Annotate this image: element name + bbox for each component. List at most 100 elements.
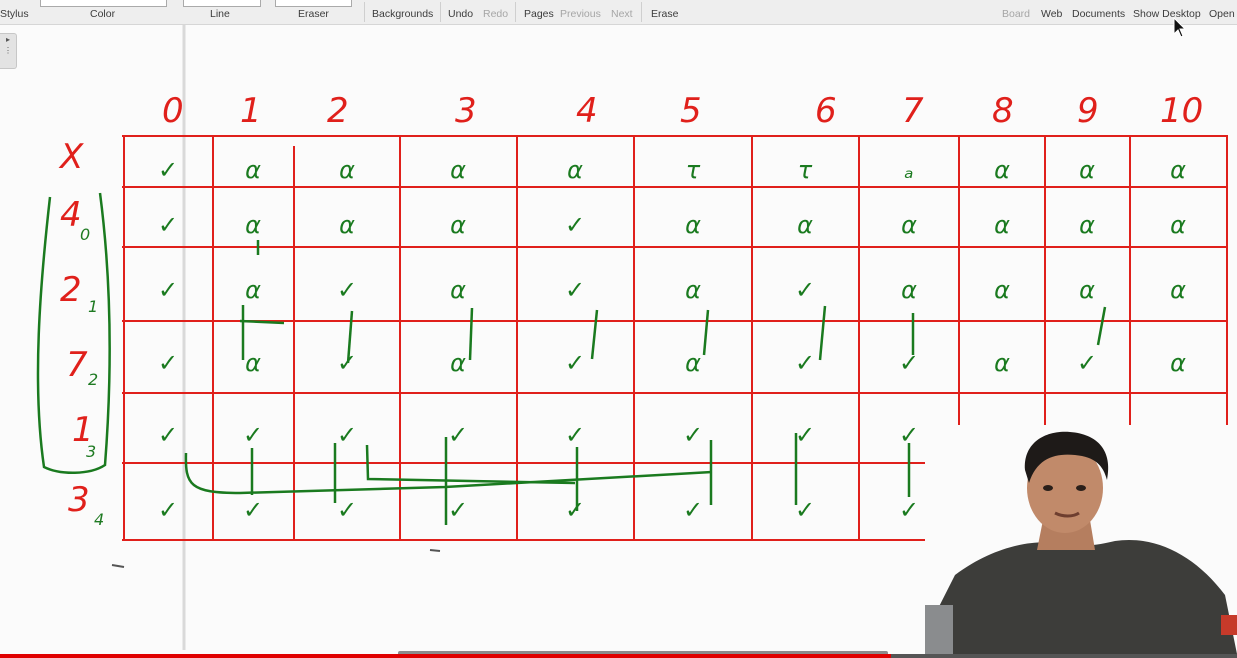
toolbar-stylus[interactable]: Stylus bbox=[0, 8, 29, 20]
video-progress-bar[interactable] bbox=[0, 651, 1237, 658]
toolbar-backgrounds[interactable]: Backgrounds bbox=[372, 8, 433, 20]
cell-mark-r3-c10: α bbox=[1170, 349, 1186, 377]
cell-mark-r3-c4: ✓ bbox=[564, 349, 586, 377]
toolbar-divider bbox=[641, 2, 642, 22]
color-swatches[interactable] bbox=[40, 0, 167, 7]
toolbar-board[interactable]: Board bbox=[1002, 8, 1030, 20]
cell-mark-r2-c9: α bbox=[1079, 276, 1095, 304]
cell-mark-r1-c1: α bbox=[245, 211, 261, 239]
cell-mark-r1-c9: α bbox=[1079, 211, 1095, 239]
toolbar-next[interactable]: Next bbox=[611, 8, 633, 20]
line-width-options[interactable] bbox=[183, 0, 261, 7]
row-index-0: 0 bbox=[80, 225, 91, 244]
toolbar-documents[interactable]: Documents bbox=[1072, 8, 1125, 20]
column-header-4: 4 bbox=[576, 91, 598, 131]
toolbar-previous[interactable]: Previous bbox=[560, 8, 601, 20]
cell-mark-r1-c0: ✓ bbox=[157, 211, 179, 239]
cell-mark-r5-c4: ✓ bbox=[564, 496, 586, 524]
cell-mark-r1-c10: α bbox=[1170, 211, 1186, 239]
video-played bbox=[0, 654, 891, 658]
toolbar-divider bbox=[364, 2, 365, 22]
row-index-1: 1 bbox=[88, 297, 99, 316]
mouse-cursor-icon bbox=[1173, 17, 1187, 38]
cell-mark-r0-c7: ₐ bbox=[904, 156, 914, 184]
cell-mark-r2-c7: α bbox=[901, 276, 917, 304]
column-header-1: 1 bbox=[240, 91, 262, 131]
row-label-0: 4 bbox=[60, 195, 82, 235]
whiteboard-toolbar: Stylus Color Line Eraser Backgrounds Und… bbox=[0, 0, 1237, 25]
cell-mark-r3-c7: ✓ bbox=[898, 349, 920, 377]
cell-mark-r0-c1: α bbox=[245, 156, 261, 184]
row-label-2: 7 bbox=[66, 345, 88, 385]
cell-mark-r0-c10: α bbox=[1170, 156, 1186, 184]
toolbar-open[interactable]: Open bbox=[1209, 8, 1235, 20]
cell-mark-r1-c8: α bbox=[994, 211, 1010, 239]
cell-mark-r0-c3: α bbox=[450, 156, 466, 184]
toolbar-color[interactable]: Color bbox=[90, 8, 115, 20]
toolbar-undo[interactable]: Undo bbox=[448, 8, 473, 20]
row-label-1: 2 bbox=[60, 270, 82, 310]
cell-mark-r1-c7: α bbox=[901, 211, 917, 239]
cell-mark-r3-c0: ✓ bbox=[157, 349, 179, 377]
row-index-4: 4 bbox=[94, 510, 105, 529]
cell-mark-r0-c0: ✓ bbox=[157, 156, 179, 184]
cell-mark-r1-c2: α bbox=[339, 211, 355, 239]
cell-mark-r4-c4: ✓ bbox=[564, 421, 586, 449]
cell-mark-r1-c6: α bbox=[797, 211, 813, 239]
column-header-9: 9 bbox=[1077, 91, 1099, 131]
toolbar-show-desktop[interactable]: Show Desktop bbox=[1133, 8, 1201, 20]
row-label-x: X bbox=[60, 137, 84, 177]
column-header-8: 8 bbox=[992, 91, 1014, 131]
cell-mark-r2-c3: α bbox=[450, 276, 466, 304]
cell-mark-r3-c3: α bbox=[450, 349, 466, 377]
cell-mark-r2-c6: ✓ bbox=[794, 276, 816, 304]
cell-mark-r4-c2: ✓ bbox=[336, 421, 358, 449]
cell-mark-r4-c5: ✓ bbox=[682, 421, 704, 449]
cell-mark-r4-c1: ✓ bbox=[242, 421, 264, 449]
cell-mark-r5-c7: ✓ bbox=[898, 496, 920, 524]
cell-mark-r4-c6: ✓ bbox=[794, 421, 816, 449]
cell-mark-r1-c4: ✓ bbox=[564, 211, 586, 239]
cell-mark-r0-c4: α bbox=[567, 156, 583, 184]
cell-mark-r1-c5: α bbox=[685, 211, 701, 239]
cell-mark-r3-c6: ✓ bbox=[794, 349, 816, 377]
cell-mark-r3-c2: ✓ bbox=[336, 349, 358, 377]
column-header-10: 10 bbox=[1160, 91, 1204, 131]
cell-mark-r5-c0: ✓ bbox=[157, 496, 179, 524]
cell-mark-r3-c9: ✓ bbox=[1076, 349, 1098, 377]
toolbar-erase[interactable]: Erase bbox=[651, 8, 678, 20]
toolbar-divider bbox=[515, 2, 516, 22]
cell-mark-r1-c3: α bbox=[450, 211, 466, 239]
cell-mark-r2-c5: α bbox=[685, 276, 701, 304]
eraser-options[interactable] bbox=[275, 0, 352, 7]
cell-mark-r0-c2: α bbox=[339, 156, 355, 184]
cell-mark-r4-c0: ✓ bbox=[157, 421, 179, 449]
row-index-3: 3 bbox=[86, 442, 97, 461]
cell-mark-r2-c10: α bbox=[1170, 276, 1186, 304]
row-label-4: 3 bbox=[68, 480, 90, 520]
toolbar-line[interactable]: Line bbox=[210, 8, 230, 20]
cell-mark-r2-c8: α bbox=[994, 276, 1010, 304]
cell-mark-r5-c5: ✓ bbox=[682, 496, 704, 524]
column-header-2: 2 bbox=[327, 91, 349, 131]
toolbar-web[interactable]: Web bbox=[1041, 8, 1062, 20]
toolbar-pages[interactable]: Pages bbox=[524, 8, 554, 20]
cell-mark-r5-c1: ✓ bbox=[242, 496, 264, 524]
cell-mark-r0-c9: α bbox=[1079, 156, 1095, 184]
cell-mark-r5-c6: ✓ bbox=[794, 496, 816, 524]
toolbar-eraser[interactable]: Eraser bbox=[298, 8, 329, 20]
cell-mark-r0-c6: τ bbox=[797, 156, 813, 184]
cell-mark-r4-c7: ✓ bbox=[898, 421, 920, 449]
cell-mark-r0-c8: α bbox=[994, 156, 1010, 184]
cell-mark-r4-c3: ✓ bbox=[447, 421, 469, 449]
cell-mark-r0-c5: τ bbox=[685, 156, 701, 184]
toolbar-redo[interactable]: Redo bbox=[483, 8, 508, 20]
presenter-webcam bbox=[925, 425, 1237, 654]
column-header-5: 5 bbox=[680, 91, 702, 131]
toolbar-divider bbox=[440, 2, 441, 22]
cell-mark-r3-c5: α bbox=[685, 349, 701, 377]
cell-mark-r5-c2: ✓ bbox=[336, 496, 358, 524]
row-index-2: 2 bbox=[88, 370, 99, 389]
cell-mark-r3-c8: α bbox=[994, 349, 1010, 377]
cell-mark-r2-c1: α bbox=[245, 276, 261, 304]
